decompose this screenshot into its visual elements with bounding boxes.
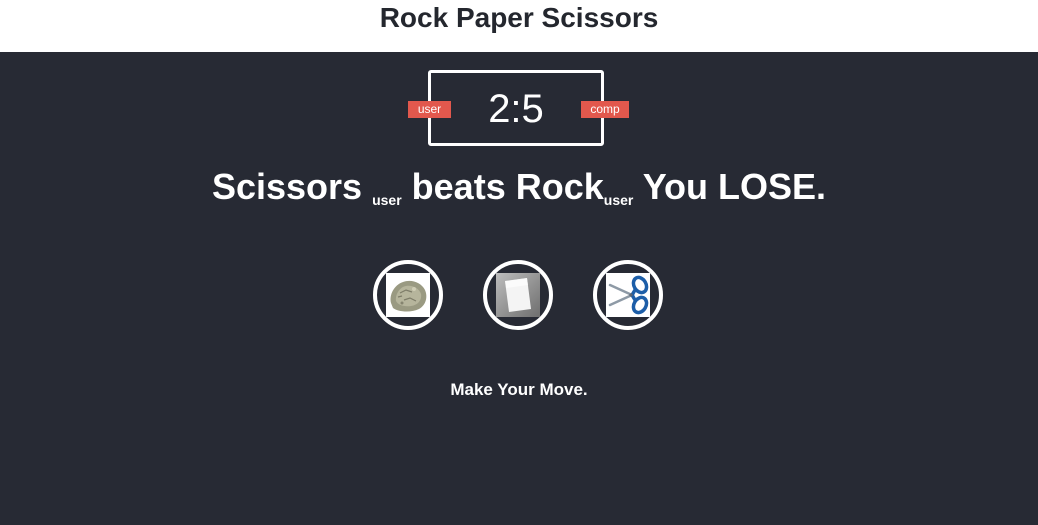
result-right-choice: Rock	[515, 166, 604, 207]
comp-score-label: comp	[581, 101, 629, 118]
result-right-sub: user	[603, 192, 634, 208]
rock-button[interactable]	[373, 260, 443, 330]
scissors-button[interactable]	[593, 260, 663, 330]
result-left-choice: Scissors	[211, 166, 363, 207]
header: Rock Paper Scissors	[0, 0, 1038, 52]
status-message: Make Your Move.	[450, 380, 588, 399]
paper-icon	[496, 273, 540, 317]
result-left-sub: user	[372, 192, 402, 208]
rock-icon	[386, 273, 430, 317]
result-verb: beats	[411, 166, 506, 207]
choices	[0, 260, 1038, 336]
paper-button[interactable]	[483, 260, 553, 330]
game-area: user 2:5 comp Scissors user beats Rockus…	[0, 52, 1038, 525]
page-title: Rock Paper Scissors	[379, 2, 659, 33]
scoreboard: user 2:5 comp	[408, 70, 629, 146]
result-outcome: You LOSE.	[642, 166, 827, 207]
score: 2:5	[488, 87, 544, 131]
scissors-icon	[606, 273, 650, 317]
result-text: Scissors user beats Rockuser You LOSE.	[0, 166, 1038, 215]
